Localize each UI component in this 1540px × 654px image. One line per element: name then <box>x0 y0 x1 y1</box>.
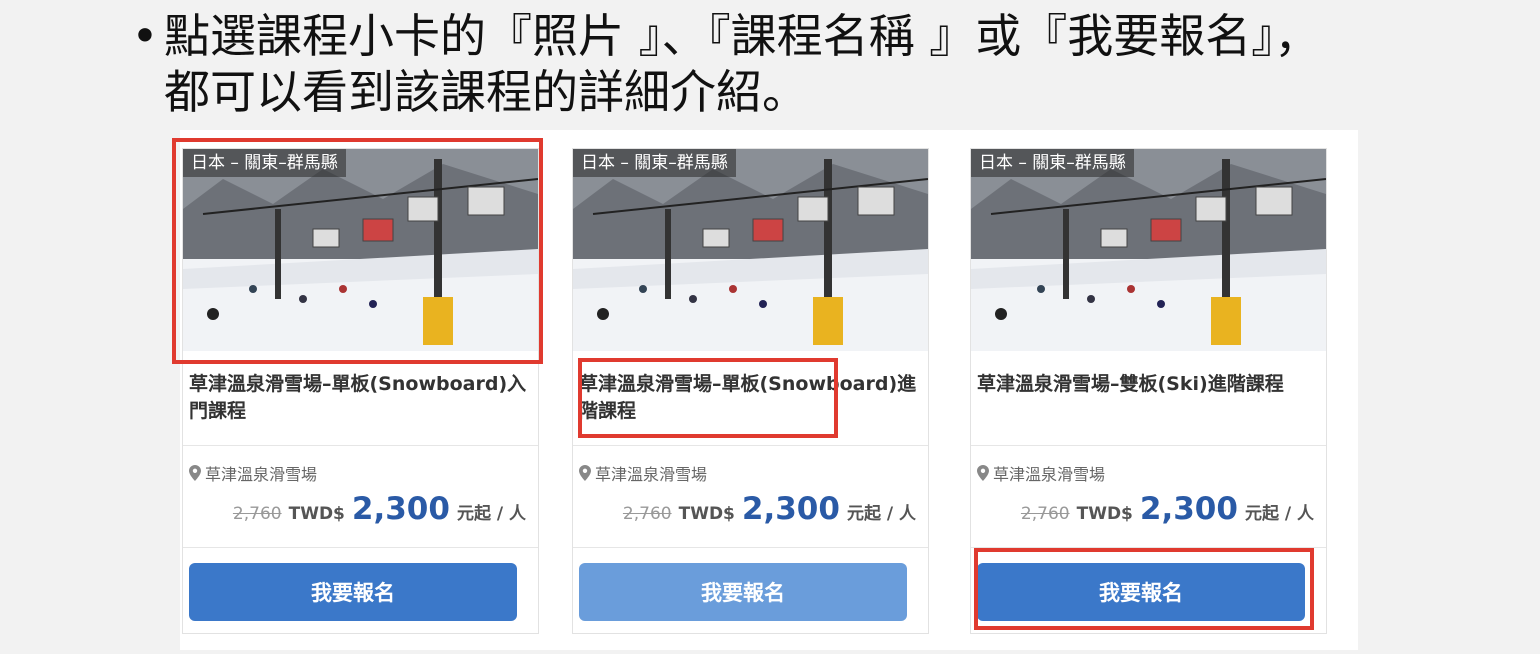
price-unit: 元起 / 人 <box>1244 504 1314 524</box>
course-title[interactable]: 草津溫泉滑雪場–單板(Snowboard)進階課程 <box>579 371 919 425</box>
course-title[interactable]: 草津溫泉滑雪場–雙板(Ski)進階課程 <box>977 371 1317 398</box>
signup-button[interactable]: 我要報名 <box>977 563 1305 621</box>
divider <box>183 445 538 446</box>
map-pin-icon <box>189 465 201 481</box>
price-unit: 元起 / 人 <box>846 504 916 524</box>
price-row: 2,760 TWD$ 2,300 元起 / 人 <box>1021 491 1314 531</box>
location-tag: 日本 – 關東–群馬縣 <box>183 149 346 177</box>
signup-button[interactable]: 我要報名 <box>189 563 517 621</box>
ski-slope-photo <box>971 149 1326 351</box>
divider <box>183 547 538 548</box>
price-row: 2,760 TWD$ 2,300 元起 / 人 <box>623 491 916 531</box>
original-price: 2,760 <box>232 504 282 524</box>
sale-price: 2,300 <box>1139 491 1238 527</box>
currency: TWD$ <box>678 504 735 524</box>
location-tag: 日本 – 關東–群馬縣 <box>971 149 1134 177</box>
bullet-point: • <box>131 9 159 63</box>
original-price: 2,760 <box>1020 504 1070 524</box>
price-row: 2,760 TWD$ 2,300 元起 / 人 <box>233 491 526 531</box>
location-tag: 日本 – 關東–群馬縣 <box>573 149 736 177</box>
divider <box>971 547 1326 548</box>
ski-slope-photo <box>183 149 538 351</box>
sale-price: 2,300 <box>351 491 450 527</box>
map-pin-icon <box>579 465 591 481</box>
divider <box>573 445 928 446</box>
venue-name: 草津溫泉滑雪場 <box>595 465 708 484</box>
ski-slope-photo <box>573 149 928 351</box>
divider <box>971 445 1326 446</box>
sale-price: 2,300 <box>741 491 840 527</box>
venue: 草津溫泉滑雪場 <box>189 461 317 485</box>
venue: 草津溫泉滑雪場 <box>579 461 707 485</box>
price-unit: 元起 / 人 <box>456 504 526 524</box>
course-photo[interactable]: 日本 – 關東–群馬縣 <box>573 149 928 351</box>
currency: TWD$ <box>288 504 345 524</box>
course-card: 日本 – 關東–群馬縣 草津溫泉滑雪場–單板(Snowboard)進階課程 草津… <box>572 148 929 634</box>
venue-name: 草津溫泉滑雪場 <box>993 465 1106 484</box>
course-photo[interactable]: 日本 – 關東–群馬縣 <box>971 149 1326 351</box>
map-pin-icon <box>977 465 989 481</box>
course-card: 日本 – 關東–群馬縣 草津溫泉滑雪場–雙板(Ski)進階課程 草津溫泉滑雪場 … <box>970 148 1327 634</box>
venue-name: 草津溫泉滑雪場 <box>205 465 318 484</box>
currency: TWD$ <box>1076 504 1133 524</box>
original-price: 2,760 <box>622 504 672 524</box>
course-title[interactable]: 草津溫泉滑雪場–單板(Snowboard)入門課程 <box>189 371 529 425</box>
course-card: 日本 – 關東–群馬縣 草津溫泉滑雪場–單板(Snowboard)入門課程 草津… <box>182 148 539 634</box>
signup-button[interactable]: 我要報名 <box>579 563 907 621</box>
instruction-text: 點選課程小卡的『照片 』、『課程名稱 』或『我要報名』，都可以看到該課程的詳細介… <box>164 9 1321 119</box>
course-photo[interactable]: 日本 – 關東–群馬縣 <box>183 149 538 351</box>
venue: 草津溫泉滑雪場 <box>977 461 1105 485</box>
divider <box>573 547 928 548</box>
course-card-list: 日本 – 關東–群馬縣 草津溫泉滑雪場–單板(Snowboard)入門課程 草津… <box>172 130 1358 650</box>
